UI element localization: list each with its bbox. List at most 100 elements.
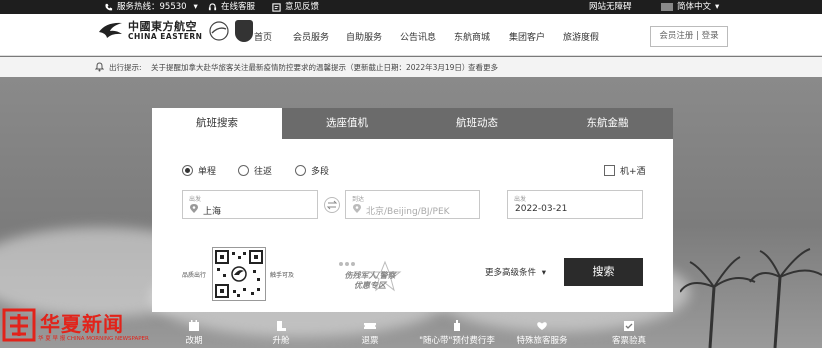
booking-panel: 航班搜索 选座值机 航班动态 东航金融 单程 往返 多段 机+酒 出发 上海 到… [152,108,673,312]
hotline: 服务热线：95530 ▾ [104,0,198,14]
accessibility-label: 网站无障碍 [589,2,632,12]
search-button[interactable]: 搜索 [564,258,643,286]
quick-link-special-passenger[interactable]: 特殊旅客服务 [502,318,582,346]
trip-type-multi[interactable]: 多段 [295,164,329,177]
flight-hotel-checkbox[interactable]: 机+酒 [604,164,646,177]
nav-self-service[interactable]: 自助服务 [346,30,382,43]
accessibility-link[interactable]: 网站无障碍 [589,0,632,14]
china-eastern-logo[interactable]: 中國東方航空 CHINA EASTERN [98,20,254,42]
seat-icon [277,321,286,331]
language-label: 简体中文 [677,2,712,12]
promo-line1: 伤残军人/警察 [344,271,396,280]
quick-link-label: 特殊旅客服务 [516,336,568,346]
tab-flight-status[interactable]: 航班动态 [412,108,542,139]
swap-cities-button[interactable] [324,197,340,213]
nav-corporate[interactable]: 集团客户 [509,30,545,43]
radio-button[interactable] [238,165,249,176]
field-label: 出发 [189,196,202,203]
arrival-city-field[interactable]: 到达 北京/Beijing/BJ/PEK [345,190,480,219]
top-bar: 服务热线：95530 ▾ 在线客服 意见反馈 网站无障碍 简体中文 ▾ [0,0,822,14]
disabled-veteran-promo[interactable]: 伤残军人/警察 优惠专区 [335,258,405,300]
headset-icon [208,2,217,10]
tab-seat-checkin[interactable]: 选座值机 [282,108,412,139]
field-label: 到达 [352,196,365,203]
checkbox[interactable] [604,165,615,176]
advanced-options-toggle[interactable]: 更多高级条件 ▾ [485,266,546,278]
radio-button[interactable] [295,165,306,176]
award-badge-icon [235,20,254,42]
departure-date-value: 2022-03-21 [515,204,568,214]
trip-type-oneway[interactable]: 单程 [182,164,216,177]
online-service-link[interactable]: 在线客服 [208,0,255,14]
main-header: 中國東方航空 CHINA EASTERN 首页 会员服务 自助服务 公告讯息 东… [0,14,822,56]
radio-button[interactable] [182,165,193,176]
arrival-city-placeholder: 北京/Beijing/BJ/PEK [366,207,450,217]
feedback-link[interactable]: 意见反馈 [272,0,319,14]
chevron-down-icon: ▾ [715,2,720,12]
field-label: 出发 [514,196,527,203]
tab-flight-search[interactable]: 航班搜索 [152,108,282,139]
trip-type-label: 多段 [311,167,330,177]
advanced-options-label: 更多高级条件 [485,268,537,278]
watermark-title: 华夏新闻 [40,312,124,336]
flag-icon [661,3,673,11]
login-register-button[interactable]: 会员注册 | 登录 [650,26,728,47]
swallow-logo-icon [99,22,122,38]
quick-link-prepaid-baggage[interactable]: "随心带"预付费行李 [416,318,498,346]
quick-link-ticket-verify[interactable]: 客票验真 [589,318,669,346]
nav-home[interactable]: 首页 [254,30,272,43]
hotline-text: 服务热线：95530 [117,2,187,12]
quick-link-refund[interactable]: 退票 [330,318,410,346]
location-pin-icon [190,204,198,213]
verify-ticket-icon [624,321,634,331]
logo-english: CHINA EASTERN [128,31,203,41]
news-watermark: 华夏新闻 华 夏 早 报 CHINA MORNING NEWSPAPER [0,306,160,348]
departure-date-field[interactable]: 出发 2022-03-21 [507,190,643,219]
language-selector[interactable]: 简体中文 ▾ [661,0,719,14]
online-service-label: 在线客服 [221,2,256,12]
nav-travel[interactable]: 旅游度假 [563,30,599,43]
notice-more-link[interactable]: 查看更多 [468,62,498,73]
skyteam-icon [209,21,229,41]
tab-finance[interactable]: 东航金融 [542,108,673,139]
luggage-icon [454,320,460,331]
nav-member-services[interactable]: 会员服务 [293,30,329,43]
notice-label: 出行提示: [109,63,142,72]
nav-announcements[interactable]: 公告讯息 [400,30,436,43]
travel-notice-bar: 出行提示: 关于提醒加拿大赴华旅客关注最新疫情防控要求的温馨提示（更新截止日期：… [0,57,822,77]
booking-tabs: 航班搜索 选座值机 航班动态 东航金融 [152,108,673,139]
app-qr-code [212,247,266,301]
calendar-icon [189,320,199,331]
swap-icon [326,200,338,210]
location-pin-icon [353,204,361,213]
heart-hand-icon [537,322,547,330]
quick-link-reschedule[interactable]: 改期 [154,318,234,346]
trip-type-label: 单程 [198,167,217,177]
ticket-icon [364,323,376,329]
watermark-logo [2,308,36,342]
qr-caption-left: 品质出行 [182,272,207,279]
quick-link-label: 升舱 [272,336,290,346]
bell-icon [95,62,104,72]
trip-type-label: 往返 [254,167,273,177]
flight-hotel-label: 机+酒 [620,167,646,177]
quick-link-label: 客票验真 [611,336,646,346]
departure-city-field[interactable]: 出发 上海 [182,190,318,219]
departure-city-value: 上海 [203,207,222,217]
quick-link-upgrade[interactable]: 升舱 [241,318,321,346]
feedback-icon [272,2,281,12]
promo-line2: 优惠专区 [354,280,386,290]
qr-code-icon [215,250,263,298]
watermark-subtitle: 华 夏 早 报 CHINA MORNING NEWSPAPER [38,336,149,342]
quick-link-label: 退票 [361,336,379,346]
quick-link-label: "随心带"预付费行李 [419,336,495,346]
quick-link-label: 改期 [185,336,203,346]
feedback-label: 意见反馈 [285,2,320,12]
nav-mall[interactable]: 东航商城 [454,30,490,43]
trip-type-roundtrip[interactable]: 往返 [238,164,272,177]
caret-down-icon: ▾ [541,268,546,278]
chevron-down-icon[interactable]: ▾ [194,0,198,14]
phone-icon [105,3,113,10]
notice-text[interactable]: 关于提醒加拿大赴华旅客关注最新疫情防控要求的温馨提示（更新截止日期：2022年3… [151,62,469,73]
qr-caption-right: 触手可及 [270,272,295,279]
